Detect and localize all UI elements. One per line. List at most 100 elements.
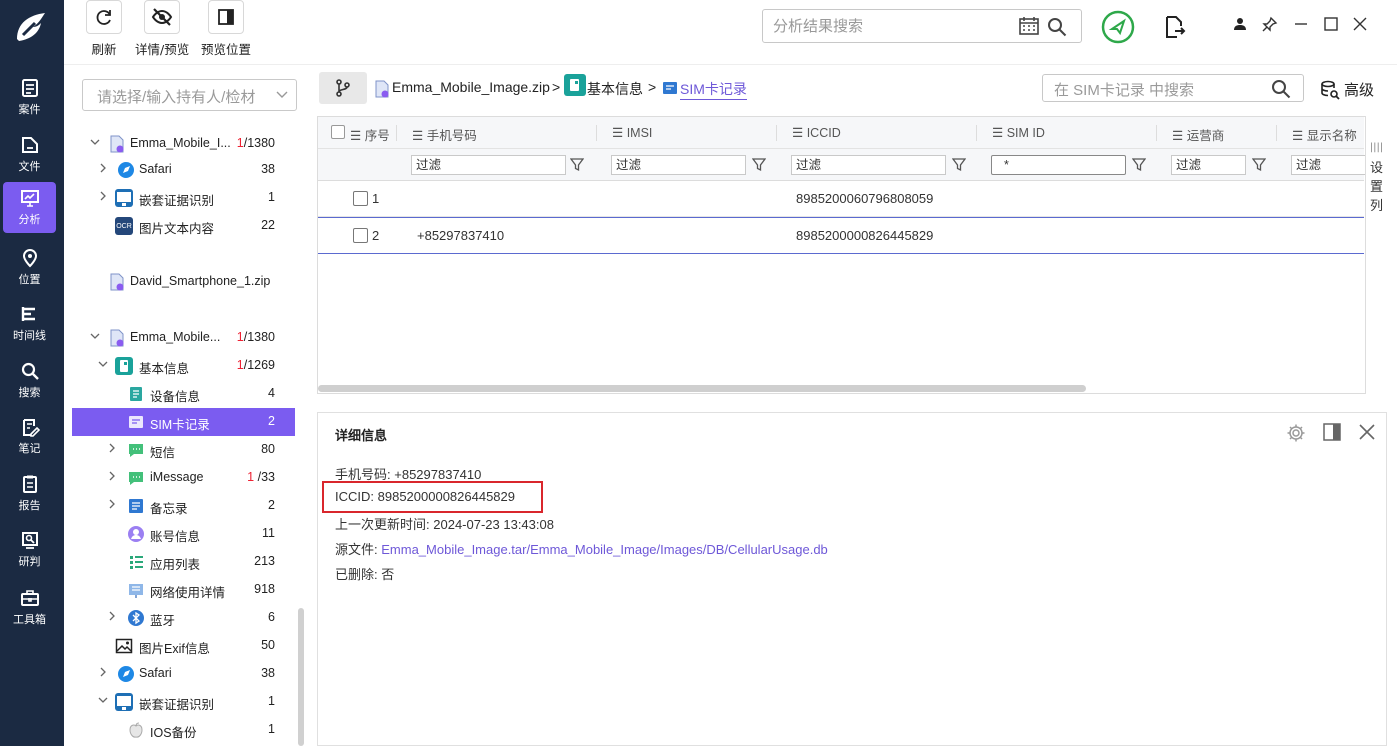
pin-icon[interactable] bbox=[1262, 16, 1278, 32]
search-icon bbox=[21, 362, 39, 380]
calendar-icon[interactable] bbox=[1019, 17, 1039, 35]
col-iccid-header[interactable]: ☰ ICCID bbox=[792, 125, 841, 140]
tree-node-label: 设备信息 bbox=[150, 390, 201, 404]
col-carrier-header[interactable]: ☰ 运营商 bbox=[1172, 125, 1224, 144]
tree-node-ocr[interactable]: OCR 图片文本内容 22 bbox=[72, 212, 295, 240]
iccid-filter-input[interactable]: 过滤 bbox=[791, 155, 946, 175]
nav-note[interactable]: 笔记 bbox=[3, 411, 56, 462]
col-index-header[interactable]: ☰ 序号 bbox=[350, 125, 390, 144]
nav-case[interactable]: 案件 bbox=[3, 72, 56, 123]
tree-node-safari-1[interactable]: Safari 38 bbox=[72, 156, 295, 184]
chevron-down-icon bbox=[90, 333, 100, 339]
filter-icon[interactable] bbox=[951, 158, 967, 176]
maximize-icon[interactable] bbox=[1324, 17, 1338, 31]
tree-node-nested-evidence-1[interactable]: 嵌套证据识别 1 bbox=[72, 184, 295, 212]
carrier-filter-input[interactable]: 过滤 bbox=[1171, 155, 1246, 175]
sim-search-box[interactable]: 在 SIM卡记录 中搜索 bbox=[1042, 74, 1304, 102]
result-search-input[interactable] bbox=[773, 16, 1003, 36]
nav-location[interactable]: 位置 bbox=[3, 242, 56, 293]
close-icon[interactable] bbox=[1353, 17, 1367, 31]
column-settings-button[interactable]: |||| 设置列 bbox=[1365, 116, 1387, 394]
search-icon[interactable] bbox=[1271, 79, 1291, 99]
search-icon[interactable] bbox=[1047, 17, 1067, 37]
table-row[interactable]: 1 8985200060796808059 bbox=[318, 181, 1364, 217]
chevron-down-icon bbox=[98, 361, 108, 367]
col-phone-header[interactable]: ☰ 手机号码 bbox=[412, 125, 477, 144]
nav-search-label: 搜索 bbox=[18, 386, 41, 399]
account-icon bbox=[127, 525, 145, 543]
nav-file[interactable]: 文件 bbox=[3, 129, 56, 180]
preview-position-button[interactable]: 预览位置 bbox=[201, 0, 251, 58]
col-display-name-header[interactable]: ☰ 显示名称 bbox=[1292, 125, 1357, 144]
tree-node-exif[interactable]: 图片Exif信息 50 bbox=[72, 632, 295, 660]
tree-node-bluetooth[interactable]: 蓝牙 6 bbox=[72, 604, 295, 632]
shield-status-icon[interactable] bbox=[1101, 10, 1135, 44]
tree-node-basic-info[interactable]: 基本信息 1/1269 bbox=[72, 352, 295, 380]
user-icon[interactable] bbox=[1233, 17, 1247, 31]
col-simid-header[interactable]: ☰ SIM ID bbox=[992, 125, 1045, 140]
nav-toolbox[interactable]: 工具箱 bbox=[3, 582, 56, 633]
tree-node-network-usage[interactable]: 网络使用详情 918 bbox=[72, 576, 295, 604]
col-imsi-header[interactable]: ☰ IMSI bbox=[612, 125, 652, 140]
tree-node-emma-2[interactable]: Emma_Mobile... 1/1380 bbox=[72, 324, 295, 352]
chevron-down-icon bbox=[276, 91, 288, 98]
breadcrumb-root[interactable]: Emma_Mobile_Image.zip bbox=[392, 79, 550, 95]
table-row[interactable]: 2 +85297837410 8985200000826445829 bbox=[318, 217, 1364, 254]
branch-button[interactable] bbox=[319, 72, 367, 104]
close-icon[interactable] bbox=[1359, 424, 1375, 440]
simid-filter-input[interactable]: * bbox=[991, 155, 1126, 175]
nav-timeline[interactable]: 时间线 bbox=[3, 298, 56, 349]
database-search-icon bbox=[1321, 80, 1340, 100]
tree-node-david[interactable]: David_Smartphone_1.zip bbox=[72, 268, 295, 296]
tree-node-notes[interactable]: 备忘录 2 bbox=[72, 492, 295, 520]
tree-node-count: 4 bbox=[268, 386, 275, 400]
tree-node-apps[interactable]: 应用列表 213 bbox=[72, 548, 295, 576]
tree-node-ios-backup[interactable]: IOS备份 1 bbox=[72, 716, 295, 744]
holder-select[interactable]: 请选择/输入持有人/检材 bbox=[82, 79, 297, 111]
filter-icon[interactable] bbox=[1251, 158, 1267, 176]
tree-node-imessage[interactable]: iMessage 1 /33 bbox=[72, 464, 295, 492]
branch-icon bbox=[336, 79, 350, 97]
nav-report[interactable]: 报告 bbox=[3, 468, 56, 519]
filter-icon[interactable] bbox=[569, 158, 585, 176]
filter-icon[interactable] bbox=[751, 158, 767, 176]
select-all-checkbox[interactable] bbox=[331, 125, 345, 139]
nav-judge[interactable]: 研判 bbox=[3, 524, 56, 575]
minimize-icon[interactable] bbox=[1294, 17, 1308, 31]
tree-node-nested-evidence-2[interactable]: 嵌套证据识别 1 bbox=[72, 688, 295, 716]
tree-scrollbar[interactable] bbox=[298, 608, 304, 746]
monitor-icon bbox=[115, 189, 133, 207]
tree-node-label: 蓝牙 bbox=[150, 614, 176, 628]
nav-analysis[interactable]: 分析 bbox=[3, 182, 56, 233]
tree-node-accounts[interactable]: 账号信息 11 bbox=[72, 520, 295, 548]
tree-node-device-info[interactable]: 设备信息 4 bbox=[72, 380, 295, 408]
refresh-icon bbox=[96, 10, 111, 25]
export-icon[interactable] bbox=[1164, 15, 1186, 39]
gear-icon[interactable] bbox=[1286, 423, 1306, 443]
breadcrumb-level1[interactable]: 基本信息 bbox=[587, 79, 643, 99]
refresh-button[interactable]: 刷新 bbox=[86, 0, 122, 58]
tree-node-sms[interactable]: 短信 80 bbox=[72, 436, 295, 464]
advanced-search-button[interactable]: 高级 bbox=[1320, 79, 1374, 100]
row-checkbox[interactable] bbox=[353, 228, 368, 243]
holder-select-placeholder: 请选择/输入持有人/检材 bbox=[97, 89, 256, 106]
source-file-link[interactable]: Emma_Mobile_Image.tar/Emma_Mobile_Image/… bbox=[381, 542, 828, 557]
breadcrumb-current[interactable]: SIM卡记录 bbox=[680, 79, 747, 100]
grid-horizontal-scrollbar[interactable] bbox=[318, 385, 1086, 392]
detail-preview-button[interactable]: 详情/预览 bbox=[135, 0, 189, 58]
imsi-filter-input[interactable]: 过滤 bbox=[611, 155, 746, 175]
tree-node-safari-2[interactable]: Safari 38 bbox=[72, 660, 295, 688]
tree-node-label: iMessage bbox=[150, 470, 204, 484]
nav-search[interactable]: 搜索 bbox=[3, 355, 56, 406]
phone-filter-input[interactable]: 过滤 bbox=[411, 155, 566, 175]
filter-icon[interactable] bbox=[1131, 158, 1147, 176]
tree-node-sim-records[interactable]: SIM卡记录 2 bbox=[72, 408, 295, 436]
report-icon bbox=[22, 475, 37, 493]
tree-node-emma-1[interactable]: Emma_Mobile_I... 1/1380 bbox=[72, 130, 295, 158]
display-name-filter-input[interactable]: 过滤 bbox=[1291, 155, 1366, 175]
panel-right-icon[interactable] bbox=[1323, 423, 1341, 441]
sim-card-icon bbox=[127, 413, 145, 431]
detail-panel: 详细信息 手机号码: +85297837410 ICCID: 898520000… bbox=[317, 412, 1387, 746]
grid-header: ☰ 序号 ☰ 手机号码 ☰ IMSI ☰ ICCID ☰ SIM ID ☰ 运营… bbox=[318, 117, 1364, 149]
row-checkbox[interactable] bbox=[353, 191, 368, 206]
